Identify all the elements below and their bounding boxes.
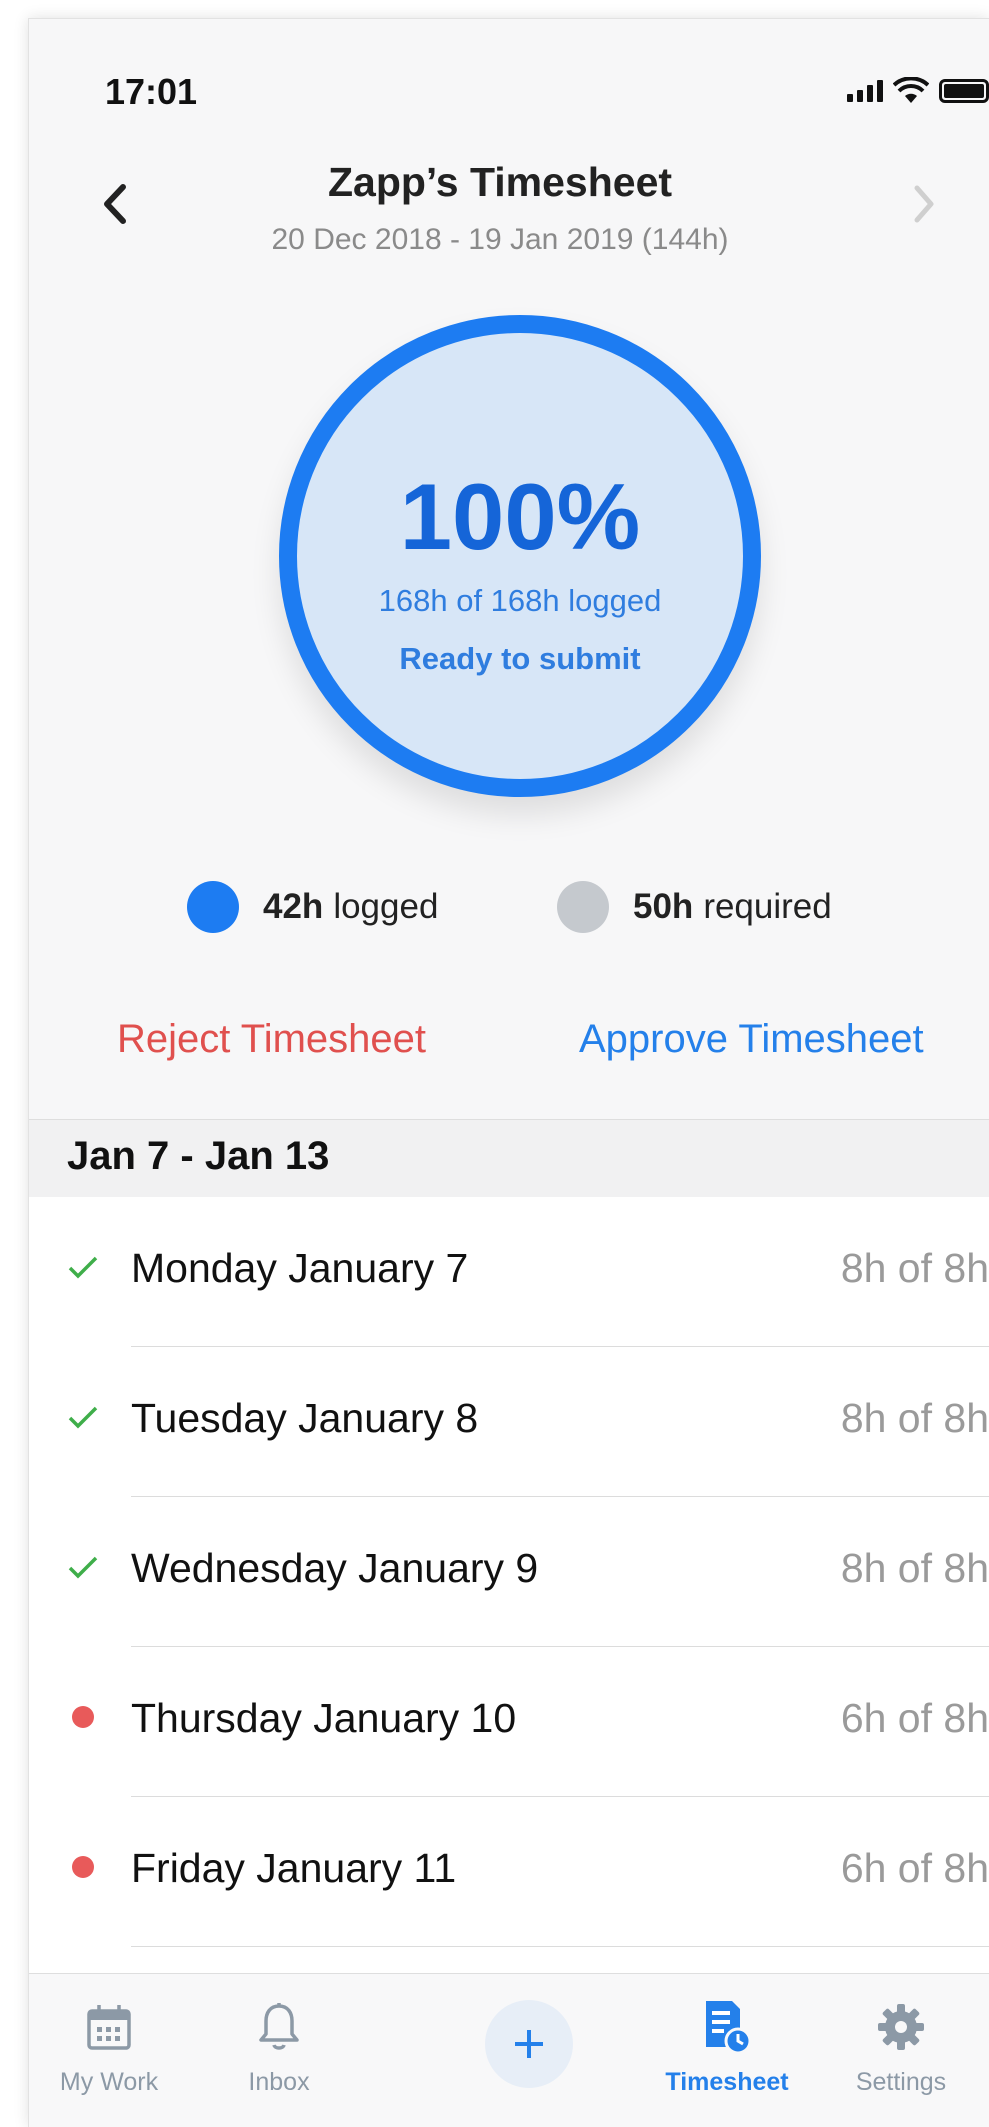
- day-hours: 8h of 8h: [840, 1545, 989, 1591]
- tab-timesheet[interactable]: Timesheet: [647, 1996, 807, 2097]
- tab-label: My Work: [59, 2068, 159, 2096]
- progress-ring: 100% 168h of 168h logged Ready to submit: [279, 315, 761, 797]
- divider: [131, 1946, 989, 1947]
- incomplete-dot-icon: [65, 1699, 101, 1735]
- progress-percent: 100%: [399, 464, 641, 569]
- calendar-icon: [29, 1996, 189, 2058]
- list-item[interactable]: Tuesday January 8 8h of 8h: [29, 1347, 989, 1497]
- week-label: Jan 7 - Jan 13: [67, 1134, 330, 1178]
- checkmark-icon: [65, 1399, 101, 1435]
- bell-icon: [199, 1996, 359, 2058]
- week-header: Jan 7 - Jan 13: [29, 1119, 989, 1197]
- wifi-icon: [893, 77, 929, 103]
- progress-status: Ready to submit: [399, 641, 641, 676]
- legend-required: 50h required: [557, 881, 832, 933]
- timesheet-icon: [647, 1996, 807, 2058]
- signal-icon: [847, 80, 883, 102]
- list-item[interactable]: Friday January 11 6h of 8h: [29, 1797, 989, 1947]
- tab-label: Timesheet: [665, 2068, 789, 2096]
- progress-logged: 168h of 168h logged: [378, 583, 662, 618]
- day-name: Wednesday January 9: [131, 1545, 539, 1591]
- forward-button[interactable]: [899, 169, 949, 239]
- logged-label: logged: [333, 887, 439, 926]
- day-name: Friday January 11: [131, 1845, 457, 1891]
- phone-screen: 17:01 Zapp’s Timesheet 20 Dec 2018 - 19 …: [28, 18, 989, 2127]
- checkmark-icon: [65, 1549, 101, 1585]
- battery-icon: [939, 79, 989, 103]
- required-value: 50h: [633, 887, 694, 926]
- day-hours: 6h of 8h: [840, 1845, 989, 1891]
- logged-value: 42h: [263, 887, 324, 926]
- logged-dot-icon: [187, 881, 239, 933]
- list-item[interactable]: Monday January 7 8h of 8h: [29, 1197, 989, 1347]
- status-time: 17:01: [105, 71, 198, 112]
- incomplete-dot-icon: [65, 1849, 101, 1885]
- tab-label: Settings: [855, 2068, 947, 2096]
- day-name: Thursday January 10: [131, 1695, 517, 1741]
- plus-icon: [515, 2030, 543, 2058]
- list-item[interactable]: Thursday January 10 6h of 8h: [29, 1647, 989, 1797]
- page-title: Zapp’s Timesheet: [327, 159, 673, 205]
- reject-timesheet-button[interactable]: Reject Timesheet: [117, 1017, 426, 1062]
- add-button[interactable]: [485, 2000, 573, 2088]
- tab-inbox[interactable]: Inbox: [199, 1996, 359, 2097]
- tab-settings[interactable]: Settings: [821, 1996, 981, 2097]
- chevron-right-icon: [914, 185, 934, 223]
- day-list: Monday January 7 8h of 8h Tuesday Januar…: [29, 1197, 989, 1973]
- date-range: 20 Dec 2018 - 19 Jan 2019 (144h): [271, 223, 729, 256]
- day-hours: 8h of 8h: [840, 1245, 989, 1291]
- gear-icon: [821, 1996, 981, 2058]
- day-hours: 8h of 8h: [840, 1395, 989, 1441]
- day-name: Monday January 7: [131, 1245, 469, 1291]
- status-icons: [847, 77, 989, 105]
- day-hours: 6h of 8h: [840, 1695, 989, 1741]
- tab-label: Inbox: [248, 2068, 310, 2096]
- required-dot-icon: [557, 881, 609, 933]
- approve-timesheet-button[interactable]: Approve Timesheet: [579, 1017, 924, 1062]
- tab-bar: My Work Inbox Timesheet Settings: [29, 1973, 989, 2127]
- day-name: Tuesday January 8: [131, 1395, 479, 1441]
- tab-my-work[interactable]: My Work: [29, 1996, 189, 2097]
- checkmark-icon: [65, 1249, 101, 1285]
- legend-logged: 42h logged: [187, 881, 438, 933]
- list-item[interactable]: Wednesday January 9 8h of 8h: [29, 1497, 989, 1647]
- required-label: required: [703, 887, 832, 926]
